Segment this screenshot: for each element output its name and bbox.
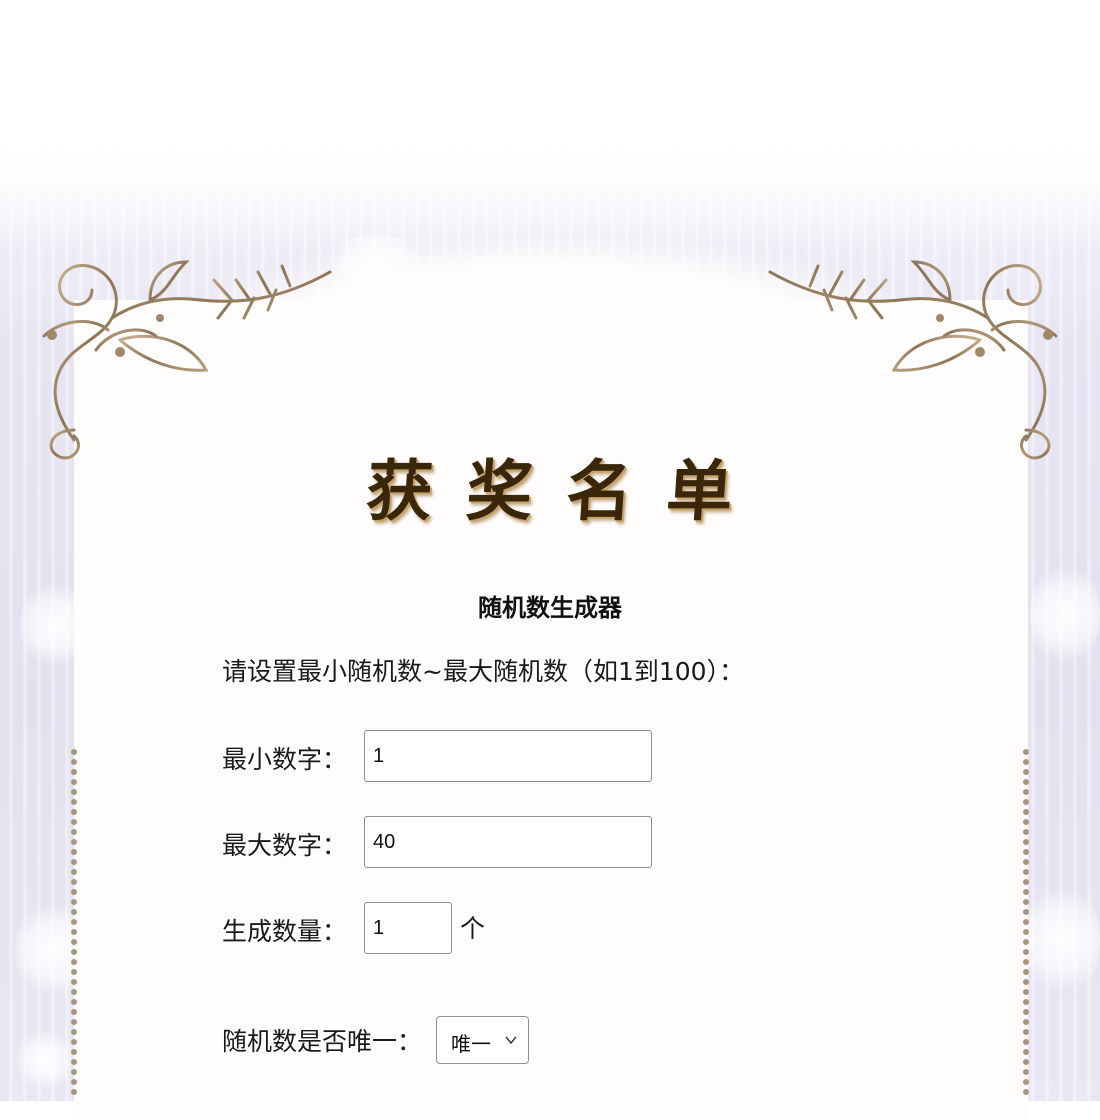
unique-label: 随机数是否唯一： [222,1027,423,1056]
min-number-input[interactable] [364,730,652,782]
chevron-down-icon [505,1036,517,1045]
range-instruction: 请设置最小随机数~最大随机数（如1到100）： [222,657,745,686]
generator-heading: 随机数生成器 [478,594,622,622]
unique-select[interactable]: 唯一 [436,1016,529,1064]
unique-select-value: 唯一 [451,1032,491,1056]
min-number-label: 最小数字： [222,745,348,774]
backdrop-fade [0,110,1100,250]
count-unit: 个 [460,914,486,943]
count-label: 生成数量： [222,917,348,946]
certificate-paper [74,300,1028,1120]
blossom-decoration [1025,880,1100,1000]
count-input[interactable] [364,902,452,954]
max-number-input[interactable] [364,816,652,868]
blossom-decoration [15,1030,75,1090]
certificate-title: 获奖名单 [363,452,770,530]
max-number-label: 最大数字： [222,831,348,860]
